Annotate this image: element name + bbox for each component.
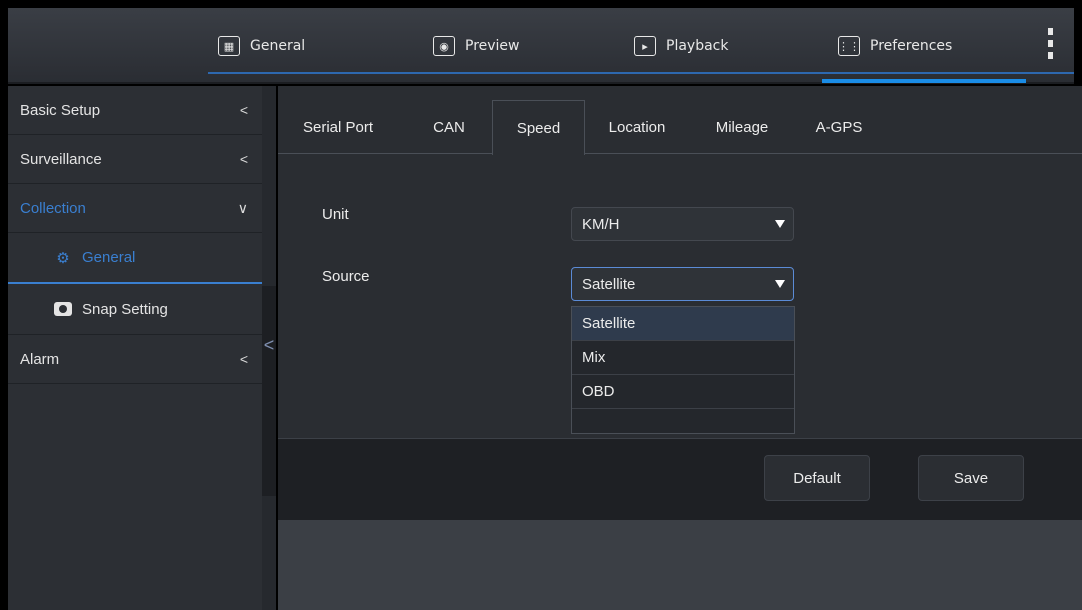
grid-window-icon: ▦ bbox=[218, 36, 240, 56]
sidebar-subitem-snap-setting[interactable]: Snap Setting bbox=[8, 284, 262, 335]
tab-serial-port[interactable]: Serial Port bbox=[288, 100, 388, 154]
top-bar-divider bbox=[208, 72, 1074, 74]
sidebar: Basic Setup < Surveillance < Collection … bbox=[8, 86, 262, 610]
dropdown-option-mix[interactable]: Mix bbox=[572, 341, 794, 375]
more-menu-icon[interactable] bbox=[1048, 28, 1056, 59]
default-button[interactable]: Default bbox=[764, 455, 870, 501]
source-dropdown-list: Satellite Mix OBD bbox=[571, 306, 803, 435]
camera-icon bbox=[54, 301, 72, 317]
top-nav-preview[interactable]: ◉ Preview bbox=[433, 24, 520, 68]
action-footer: Default Save bbox=[278, 438, 1082, 520]
save-button[interactable]: Save bbox=[918, 455, 1024, 501]
dropdown-option-satellite[interactable]: Satellite bbox=[572, 307, 794, 341]
sidebar-item-label: Collection bbox=[20, 199, 86, 217]
sidebar-item-label: Surveillance bbox=[20, 150, 102, 168]
sidebar-scrollbar-thumb[interactable] bbox=[262, 286, 276, 496]
chevron-left-icon: < bbox=[239, 102, 248, 118]
settings-panel: Serial Port CAN Speed Location Mileage A… bbox=[278, 86, 1082, 438]
top-bar: ▦ General ◉ Preview ▸ Playback ⋮⋮ Prefer… bbox=[8, 8, 1074, 84]
unit-select-value: KM/H bbox=[582, 215, 620, 233]
source-select[interactable]: Satellite bbox=[571, 267, 794, 301]
chevron-left-icon: < bbox=[239, 351, 248, 367]
main-content: Serial Port CAN Speed Location Mileage A… bbox=[278, 86, 1082, 610]
sidebar-subitem-label: Snap Setting bbox=[82, 300, 168, 318]
tab-divider bbox=[278, 153, 1082, 154]
tab-speed[interactable]: Speed bbox=[492, 100, 585, 155]
source-select-value: Satellite bbox=[582, 275, 636, 293]
chevron-down-icon: ∨ bbox=[237, 199, 248, 216]
unit-select[interactable]: KM/H bbox=[571, 207, 794, 241]
top-nav-general[interactable]: ▦ General bbox=[218, 24, 305, 68]
tab-mileage[interactable]: Mileage bbox=[702, 100, 782, 154]
tab-a-gps[interactable]: A-GPS bbox=[804, 100, 874, 154]
top-nav-preferences[interactable]: ⋮⋮ Preferences bbox=[821, 24, 1027, 83]
top-nav-playback[interactable]: ▸ Playback bbox=[634, 24, 728, 68]
eye-monitor-icon: ◉ bbox=[433, 36, 455, 56]
dropdown-scrollbar[interactable] bbox=[795, 307, 803, 435]
sidebar-item-collection[interactable]: Collection ∨ bbox=[8, 184, 262, 233]
dropdown-option-obd[interactable]: OBD bbox=[572, 375, 794, 409]
source-label: Source bbox=[322, 268, 370, 285]
gear-icon: ⚙ bbox=[56, 249, 70, 267]
sidebar-subitem-general[interactable]: ⚙ General bbox=[8, 233, 262, 284]
top-nav-preferences-label: Preferences bbox=[870, 38, 953, 54]
sidebar-subitem-label: General bbox=[82, 249, 136, 266]
tab-location[interactable]: Location bbox=[594, 100, 680, 154]
sidebar-item-label: Basic Setup bbox=[20, 101, 101, 119]
sliders-icon: ⋮⋮ bbox=[838, 36, 860, 56]
unit-label: Unit bbox=[322, 206, 349, 223]
top-nav-playback-label: Playback bbox=[666, 38, 729, 54]
tab-can[interactable]: CAN bbox=[414, 100, 484, 154]
chevron-left-icon: < bbox=[239, 151, 248, 167]
top-nav-preview-label: Preview bbox=[465, 38, 520, 54]
sidebar-item-alarm[interactable]: Alarm < bbox=[8, 335, 262, 384]
caret-down-icon bbox=[775, 280, 785, 288]
sidebar-item-surveillance[interactable]: Surveillance < bbox=[8, 135, 262, 184]
top-nav-general-label: General bbox=[250, 38, 306, 54]
caret-down-icon bbox=[775, 220, 785, 228]
sidebar-item-basic-setup[interactable]: Basic Setup < bbox=[8, 86, 262, 135]
film-play-icon: ▸ bbox=[634, 36, 656, 56]
sidebar-item-label: Alarm bbox=[20, 350, 60, 368]
sidebar-collapse-icon[interactable]: < bbox=[262, 320, 276, 370]
